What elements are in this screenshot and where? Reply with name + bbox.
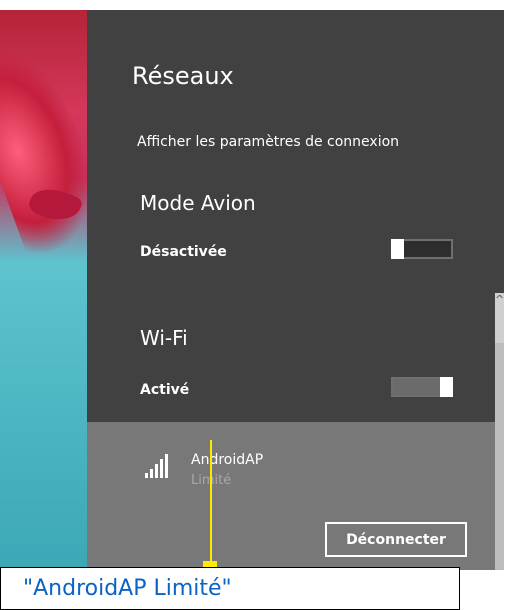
network-item-androidap[interactable]: AndroidAP Limité Déconnecter [87,422,495,570]
wallpaper-flower [0,30,87,260]
wifi-signal-icon [145,452,177,478]
airplane-mode-label: Mode Avion [140,191,256,215]
scrollbar-thumb[interactable] [495,343,504,570]
callout-pointer-line [210,440,212,566]
chevron-up-icon[interactable]: ^ [495,293,504,343]
airplane-mode-toggle[interactable] [391,239,453,259]
scrollbar[interactable]: ^ [495,293,504,570]
annotation-callout: "AndroidAP Limité" [0,567,460,610]
wifi-label: Wi-Fi [140,326,188,350]
toggle-thumb [440,377,453,397]
network-name: AndroidAP [191,452,264,468]
airplane-mode-state: Désactivée [140,244,227,260]
disconnect-button[interactable]: Déconnecter [325,522,467,557]
connection-settings-link[interactable]: Afficher les paramètres de connexion [137,134,399,150]
networks-panel: Réseaux Afficher les paramètres de conne… [87,10,504,570]
panel-title: Réseaux [132,62,234,90]
desktop-wallpaper [0,10,87,570]
toggle-thumb [391,239,404,259]
wifi-state: Activé [140,382,190,398]
wifi-toggle[interactable] [391,377,453,397]
